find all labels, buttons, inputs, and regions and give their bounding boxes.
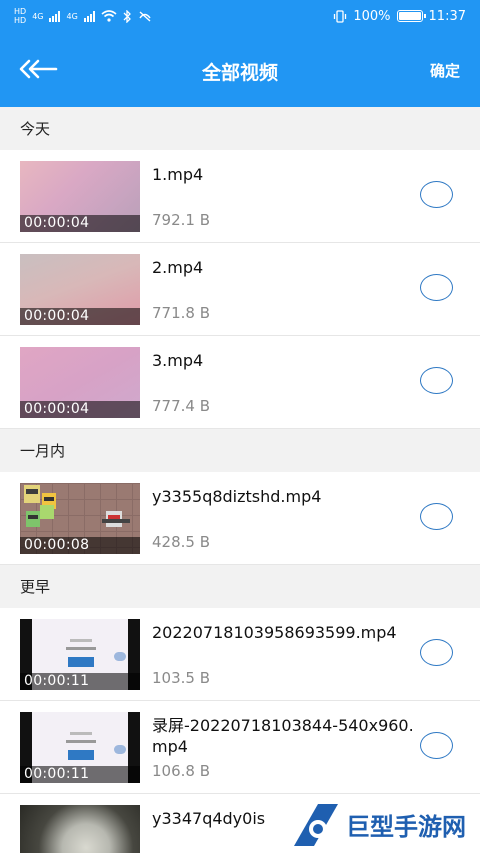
signal-1: HD HD bbox=[14, 7, 26, 25]
signal-bars-icon bbox=[49, 10, 61, 22]
video-size: 428.5 B bbox=[152, 533, 211, 551]
status-bar: HD HD 4G 4G 100% 11:37 bbox=[0, 0, 480, 32]
video-duration: 00:00:04 bbox=[20, 215, 140, 232]
video-row[interactable]: 00:00:04 3.mp4 777.4 B bbox=[0, 336, 480, 429]
status-icons-left: HD HD 4G 4G bbox=[14, 7, 152, 25]
video-name: y3355q8diztshd.mp4 bbox=[152, 487, 322, 506]
video-duration: 00:00:08 bbox=[20, 537, 140, 554]
bluetooth-icon bbox=[123, 9, 131, 23]
watermark-text: 巨型手游网 bbox=[346, 813, 466, 841]
video-size: 771.8 B bbox=[152, 304, 211, 322]
section-header-today: 今天 bbox=[0, 107, 480, 150]
video-duration: 00:00:04 bbox=[20, 401, 140, 418]
hd-label: HD bbox=[14, 7, 27, 16]
video-name: 2.mp4 bbox=[152, 258, 204, 277]
video-size: 777.4 B bbox=[152, 397, 211, 415]
video-name: 20220718103958693599.mp4 bbox=[152, 623, 397, 642]
confirm-button[interactable]: 确定 bbox=[430, 60, 460, 81]
battery-icon bbox=[396, 10, 426, 22]
video-row[interactable]: 00:00:08 y3355q8diztshd.mp4 428.5 B bbox=[0, 472, 480, 565]
video-row[interactable]: 00:00:11 20220718103958693599.mp4 103.5 … bbox=[0, 608, 480, 701]
video-thumbnail: 00:00:11 bbox=[20, 619, 140, 690]
video-name: 录屏-20220718103844-540x960.mp4 bbox=[152, 716, 414, 756]
video-thumbnail: 00:00:04 bbox=[20, 347, 140, 418]
mute-icon bbox=[139, 11, 151, 22]
watermark-logo-icon bbox=[294, 804, 338, 846]
video-list: 今天 00:00:04 1.mp4 792.1 B 00:00:04 2.mp4… bbox=[0, 107, 480, 853]
video-thumbnail: 00:00:08 bbox=[20, 483, 140, 554]
video-thumbnail: 00:00:11 bbox=[20, 712, 140, 783]
video-size: 106.8 B bbox=[152, 762, 211, 780]
section-header-earlier: 更早 bbox=[0, 565, 480, 608]
video-row[interactable]: 00:00:11 录屏-20220718103844-540x960.mp4 1… bbox=[0, 701, 480, 794]
network-label-1: 4G bbox=[32, 11, 44, 21]
network-label-2: 4G bbox=[66, 11, 78, 21]
watermark: 巨型手游网 bbox=[288, 796, 480, 853]
battery-percent: 100% bbox=[353, 8, 391, 24]
clock: 11:37 bbox=[428, 8, 466, 24]
select-radio[interactable] bbox=[420, 503, 453, 530]
select-radio[interactable] bbox=[420, 367, 453, 394]
video-thumbnail: 00:00:04 bbox=[20, 161, 140, 232]
page-title: 全部视频 bbox=[201, 62, 278, 84]
video-thumbnail: 00:00:04 bbox=[20, 254, 140, 325]
select-radio[interactable] bbox=[420, 274, 453, 301]
video-duration: 00:00:11 bbox=[20, 673, 140, 690]
video-duration: 00:00:04 bbox=[20, 308, 140, 325]
signal-bars-icon-2 bbox=[83, 10, 95, 22]
select-radio[interactable] bbox=[420, 639, 453, 666]
video-size: 792.1 B bbox=[152, 211, 211, 229]
video-name: 1.mp4 bbox=[152, 165, 204, 184]
video-duration: 00:00:11 bbox=[20, 766, 140, 783]
hd-label-2: HD bbox=[14, 16, 27, 25]
vibrate-icon bbox=[334, 9, 347, 23]
video-row[interactable]: 00:00:04 2.mp4 771.8 B bbox=[0, 243, 480, 336]
select-radio[interactable] bbox=[420, 181, 453, 208]
section-header-month: 一月内 bbox=[0, 429, 480, 472]
app-bar: 全部视频 确定 bbox=[0, 32, 480, 107]
video-thumbnail bbox=[20, 805, 140, 853]
video-row[interactable]: 00:00:04 1.mp4 792.1 B bbox=[0, 150, 480, 243]
select-radio[interactable] bbox=[420, 732, 453, 759]
video-size: 103.5 B bbox=[152, 669, 211, 687]
video-name: 3.mp4 bbox=[152, 351, 204, 370]
status-icons-right: 100% 11:37 bbox=[333, 9, 466, 24]
battery-fill bbox=[398, 12, 421, 20]
wifi-icon bbox=[101, 10, 117, 22]
